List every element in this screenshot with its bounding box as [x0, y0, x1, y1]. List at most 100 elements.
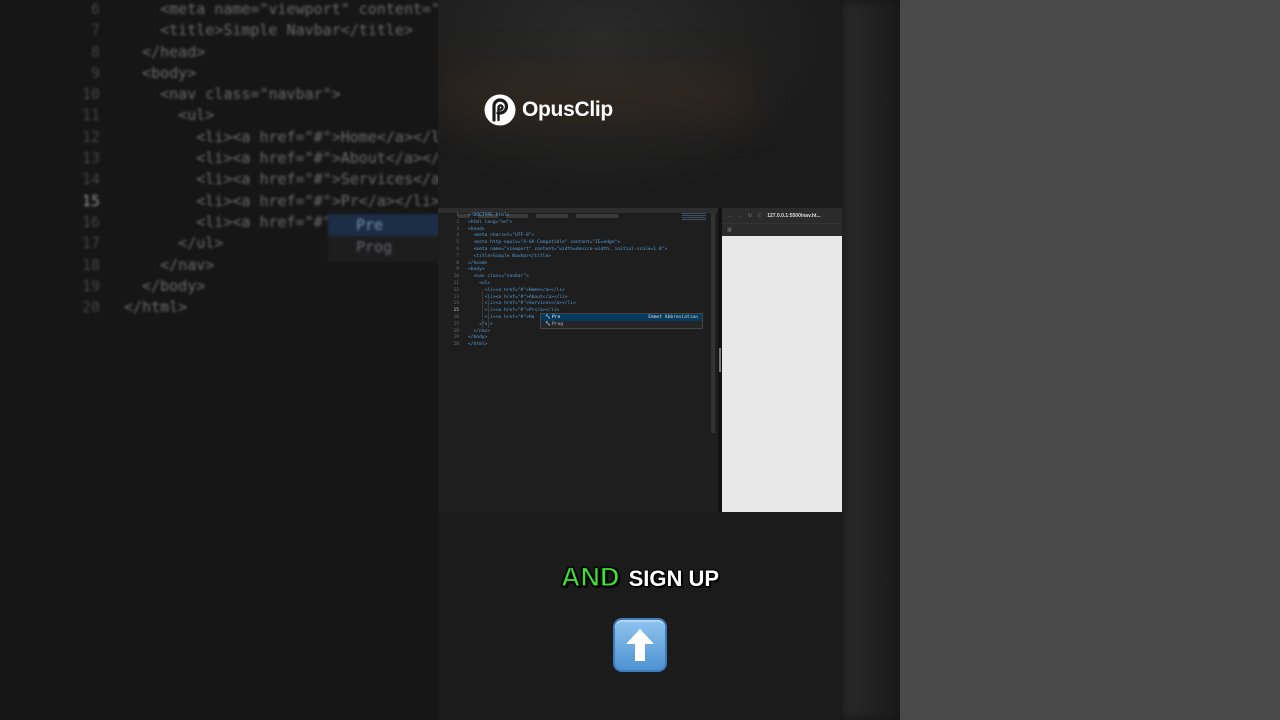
background-scrollbar	[882, 100, 888, 580]
code-text: <ul>	[124, 106, 215, 125]
line-number: 17	[453, 321, 459, 327]
line-number: 16	[81, 212, 100, 231]
grid-icon[interactable]: ▦	[727, 227, 732, 233]
background-code-line: 11 <ul>	[60, 106, 438, 127]
line-number: 10	[81, 85, 100, 104]
background-code-line: 6 <meta name="viewport" content="widt	[60, 0, 438, 21]
background-code-line: 9 <body>	[60, 64, 438, 85]
code-text: <body>	[124, 63, 197, 82]
line-number: 20	[81, 298, 100, 317]
code-text: </html>	[124, 298, 188, 317]
line-number: 2	[456, 219, 459, 225]
suggest-item[interactable]: 🔧 Pre Emmet Abbreviation	[541, 314, 702, 321]
browser-toolbar: ← → ↻ ⓘ 127.0.0.1:5500/nav.ht...	[722, 208, 842, 223]
line-number: 7	[90, 21, 100, 40]
line-number: 3	[456, 226, 459, 232]
address-bar[interactable]: 127.0.0.1:5500/nav.ht...	[767, 213, 821, 219]
line-number: 8	[456, 260, 459, 266]
background-suggest-item: Pre	[328, 214, 438, 236]
caption-text: SIGN UP	[628, 566, 720, 591]
suggest-item[interactable]: 🔧 Prog	[541, 321, 702, 328]
background-suggest-item: Prog	[356, 238, 393, 256]
background-code-line: 8 </head>	[60, 43, 438, 64]
background-code-line: 14 <li><a href="#">Services</a></l	[60, 170, 438, 191]
background-code-line: 13 <li><a href="#">About</a></li>	[60, 149, 438, 170]
reload-icon[interactable]: ↻	[748, 213, 752, 219]
line-number: 12	[453, 287, 459, 293]
editor-code-line[interactable]: 11 <ul>	[438, 281, 718, 288]
editor-code-line[interactable]: 20 </html>	[438, 342, 718, 349]
editor-minimap	[682, 213, 706, 225]
editor-scrollbar[interactable]	[711, 213, 715, 433]
wrench-icon: 🔧	[545, 322, 551, 327]
suggest-detail: Emmet Abbreviation	[648, 315, 698, 320]
line-number: 19	[81, 276, 100, 295]
wrench-icon: 🔧	[545, 315, 551, 320]
background-code-line: 7 <title>Simple Navbar</title>	[60, 21, 438, 42]
code-text: <li><a href="#">Ho	[468, 314, 535, 320]
editor-code-line[interactable]: 10 <nav class="navbar">	[438, 274, 718, 281]
background-code-line: 12 <li><a href="#">Home</a></li>	[60, 128, 438, 149]
background-left-blurred-editor: 6 <meta name="viewport" content="widt7 <…	[0, 0, 438, 720]
line-number: 13	[81, 149, 100, 168]
line-number: 1	[456, 213, 459, 218]
code-text: </nav>	[124, 255, 215, 274]
line-number: 7	[456, 253, 459, 259]
autocomplete-suggest-widget: 🔧 Pre Emmet Abbreviation 🔧 Prog	[540, 313, 703, 329]
indent-guide	[482, 291, 483, 329]
code-text: <li><a href="#">Home</a></li>	[124, 127, 438, 146]
code-text: <nav class="navbar">	[124, 85, 341, 104]
line-number: 11	[81, 106, 100, 125]
code-text: </body>	[124, 276, 206, 295]
code-text: </html>	[468, 342, 488, 348]
suggest-label: Pre	[552, 315, 561, 320]
background-browser-pane	[900, 0, 1280, 720]
code-text: <li><a href="#">Services</a></l	[196, 170, 438, 189]
line-number: 6	[90, 0, 100, 18]
caption: AND SIGN UP	[438, 561, 842, 593]
code-text: <nav class="navbar">	[468, 274, 529, 280]
editor-code-line[interactable]: 1 <!DOCTYPE html>	[438, 213, 718, 220]
code-text: <meta name="viewport" content="widt	[160, 0, 438, 18]
info-icon: ⓘ	[757, 213, 763, 219]
editor-code-line[interactable]: 5 <meta http-equiv="X-UA-Compatible" con…	[438, 240, 718, 247]
forward-icon[interactable]: →	[738, 213, 743, 219]
background-code-line: 15 <li><a href="#">Pr</a></li>	[60, 192, 438, 213]
line-number: 5	[456, 240, 459, 246]
editor-code-line[interactable]: 2 <html lang="en">	[438, 220, 718, 227]
background-right-blurred-browser	[842, 0, 1280, 720]
code-text: </ul>	[124, 234, 224, 253]
background-code-line: 19 </body>	[60, 277, 438, 298]
brand-name: OpusClip	[522, 98, 613, 121]
line-number: 8	[90, 42, 100, 61]
back-icon[interactable]: ←	[728, 213, 733, 219]
code-text: </ul>	[468, 321, 493, 327]
editor-code-line[interactable]: 6 <meta name="viewport" content="width=d…	[438, 247, 718, 254]
line-number: 6	[456, 246, 459, 252]
editor-code-line[interactable]: 7 <title>Simple Navbar</title>	[438, 254, 718, 261]
code-text: <ul>	[468, 280, 491, 286]
video-panel: OpusClip 1 <!DOCTYPE html> 2 <html lang="en…	[438, 0, 842, 720]
code-editor-screenshot: 1 <!DOCTYPE html> 2 <html lang="en"> 3 <head>…	[438, 208, 718, 512]
code-text: </head>	[124, 42, 206, 61]
line-number: 4	[456, 233, 459, 239]
indent-guide	[488, 298, 489, 328]
code-text: <title>Simple Navbar</title>	[468, 253, 551, 259]
code-text: <title>Simple Navbar</title>	[124, 21, 413, 40]
line-number: 9	[90, 63, 100, 82]
bookmarks-bar: ▦	[722, 223, 842, 236]
line-number: 11	[453, 280, 459, 286]
browser-preview: ← → ↻ ⓘ 127.0.0.1:5500/nav.ht... ▦	[722, 208, 842, 512]
line-number: 10	[453, 274, 459, 280]
editor-code-line[interactable]: 12 <li><a href="#">Home</a></li>	[438, 288, 718, 295]
opusclip-logo: OpusClip	[484, 94, 613, 126]
code-text: <li><a href="#">Pr</a></li>	[124, 191, 438, 210]
code-text: <html lang="en">	[468, 219, 513, 225]
background-code-line: 20 </html>	[60, 298, 438, 319]
background-suggest-widget: Pre Prog	[328, 214, 438, 262]
up-arrow-glyph	[626, 629, 654, 661]
line-number: 15	[81, 191, 100, 210]
code-text: <!DOCTYPE html>	[468, 213, 510, 218]
code-text: <meta http-equiv="X-UA-Compatible" conte…	[468, 240, 621, 246]
caption-highlight: AND	[560, 561, 620, 592]
